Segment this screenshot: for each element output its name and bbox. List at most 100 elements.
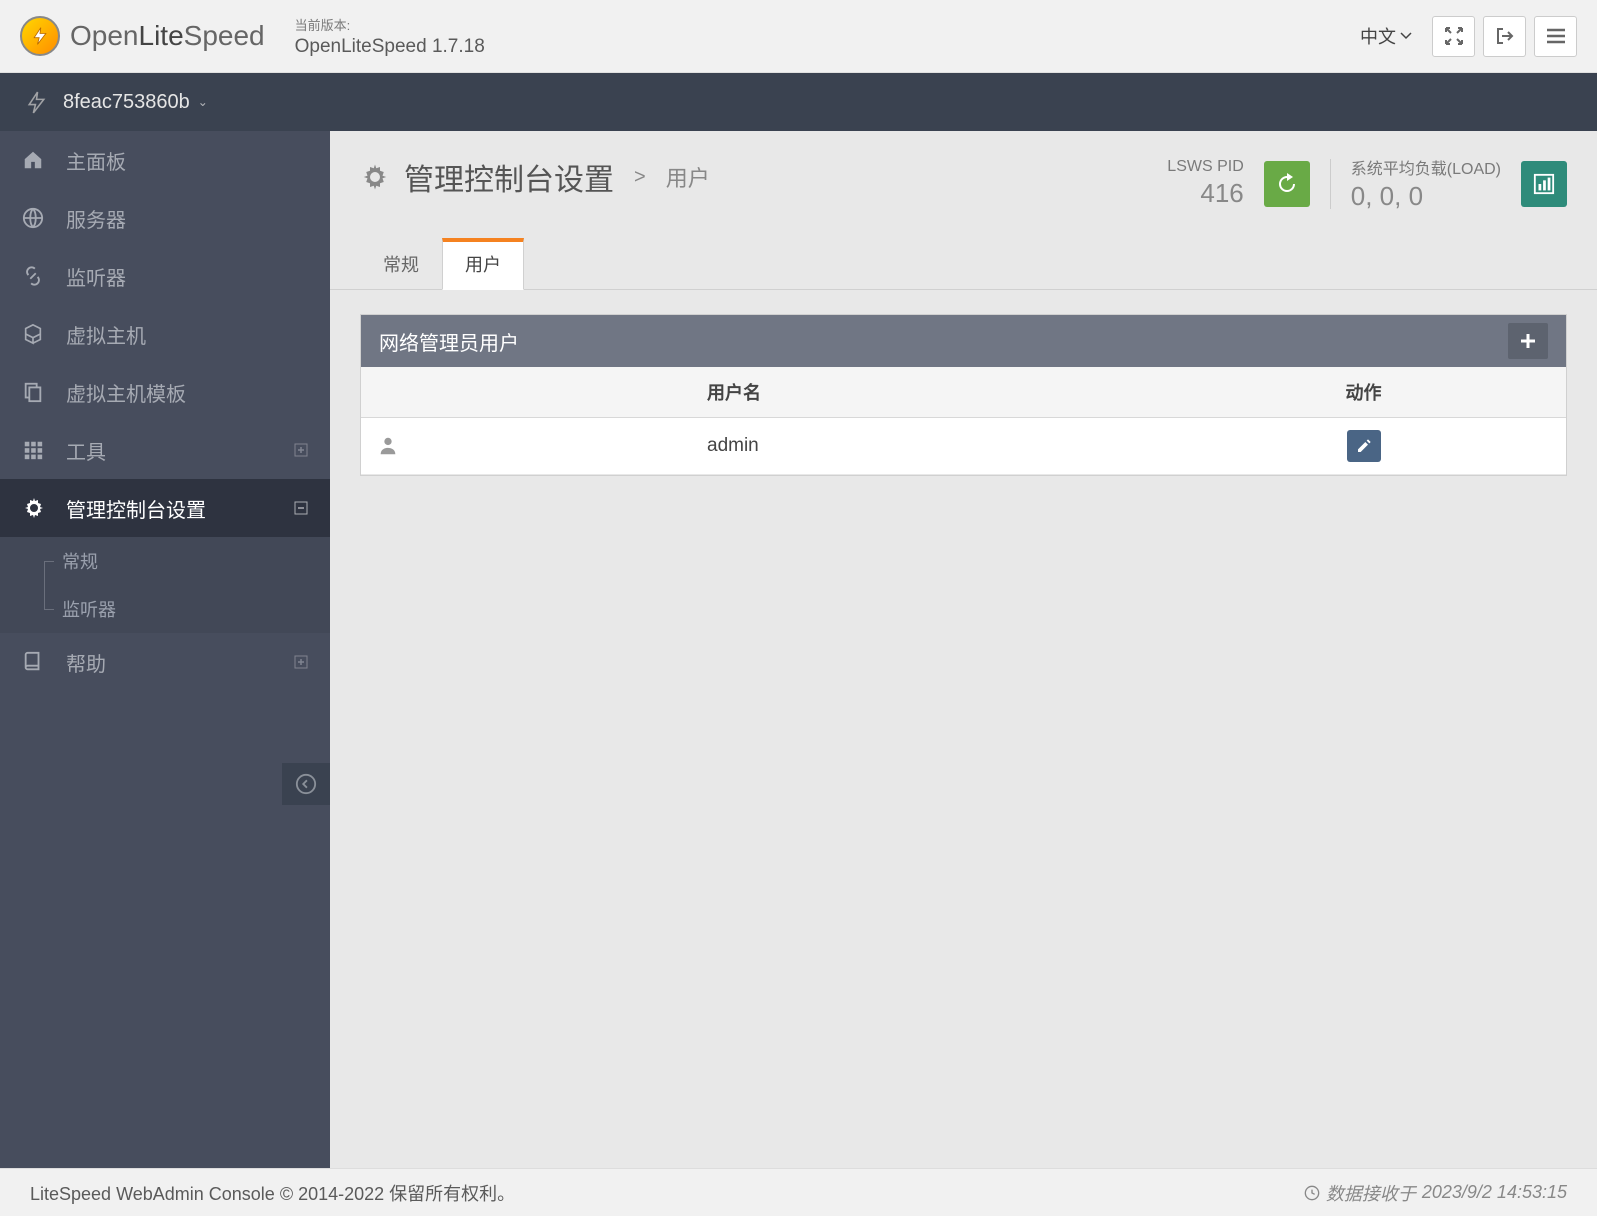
server-name-label: 8feac753860b [63,91,190,114]
edit-user-button[interactable] [1347,430,1381,462]
breadcrumb-separator: > [634,166,646,189]
cog-icon [22,496,46,520]
logo-icon [20,16,60,56]
clock-icon [1304,1185,1320,1201]
sidebar-subitem-label: 监听器 [62,596,116,622]
expand-plus-icon [294,443,308,457]
stats-button[interactable] [1521,161,1567,207]
footer-status: 数据接收于 2023/9/2 14:53:15 [1304,1180,1567,1206]
users-panel: 网络管理员用户 用户名 动作 [360,314,1567,476]
tab-general[interactable]: 常规 [360,238,442,290]
sidebar-item-vhosts[interactable]: 虚拟主机 [0,305,330,363]
sidebar-item-dashboard[interactable]: 主面板 [0,131,330,189]
grid-icon [22,439,46,461]
arrow-left-circle-icon [295,773,317,795]
plus-icon [1519,332,1537,350]
sidebar-subitem-label: 常规 [62,548,98,574]
bolt-icon [24,90,49,115]
server-selector[interactable]: 8feac753860b ⌄ [63,91,208,114]
sidebar-subitem-general[interactable]: 常规 [0,537,330,585]
sidebar-item-label: 主面板 [66,146,126,175]
content-area: 网络管理员用户 用户名 动作 [330,290,1597,1168]
panel-header: 网络管理员用户 [361,315,1566,367]
chevron-down-icon: ⌄ [198,95,208,109]
menu-button[interactable] [1534,16,1577,57]
panel-title: 网络管理员用户 [379,327,519,356]
sidebar-subitem-listeners[interactable]: 监听器 [0,585,330,633]
tabs: 常规 用户 [330,212,1597,290]
footer-data-time: 2023/9/2 14:53:15 [1422,1182,1567,1203]
fullscreen-button[interactable] [1432,16,1475,57]
logo[interactable]: OpenLiteSpeed [20,16,265,56]
sidebar-item-label: 工具 [66,436,106,465]
footer-copyright: LiteSpeed WebAdmin Console © 2014-2022 保… [30,1180,515,1206]
page-header: 管理控制台设置 > 用户 LSWS PID 416 系统平均负载(LOAD) 0… [330,131,1597,212]
main-content: 管理控制台设置 > 用户 LSWS PID 416 系统平均负载(LOAD) 0… [330,131,1597,1168]
fullscreen-icon [1444,26,1464,46]
sidebar-collapse-button[interactable] [282,763,330,805]
top-header: OpenLiteSpeed 当前版本: OpenLiteSpeed 1.7.18… [0,0,1597,73]
load-stat: 系统平均负载(LOAD) 0, 0, 0 [1351,155,1501,212]
book-icon [22,651,46,673]
sidebar-item-label: 虚拟主机模板 [66,378,186,407]
add-user-button[interactable] [1508,323,1548,359]
sidebar-item-label: 管理控制台设置 [66,494,206,523]
table-header-icon [361,367,691,418]
home-icon [22,149,46,171]
sidebar-item-label: 监听器 [66,262,126,291]
load-value: 0, 0, 0 [1351,181,1501,212]
language-label: 中文 [1360,23,1396,49]
breadcrumb-current: 用户 [666,161,710,193]
link-icon [22,265,46,287]
copy-icon [22,381,46,403]
sidebar-item-label: 帮助 [66,648,106,677]
footer-data-prefix: 数据接收于 [1326,1180,1416,1206]
sidebar-item-admin-settings[interactable]: 管理控制台设置 [0,479,330,537]
pid-value: 416 [1167,178,1243,209]
sidebar-item-label: 虚拟主机 [66,320,146,349]
table-header-username: 用户名 [691,367,1161,418]
sidebar-item-label: 服务器 [66,204,126,233]
cubes-icon [22,323,46,345]
restart-button[interactable] [1264,161,1310,207]
page-title-text: 管理控制台设置 [404,155,614,199]
globe-icon [22,207,46,229]
footer: LiteSpeed WebAdmin Console © 2014-2022 保… [0,1168,1597,1216]
users-table: 用户名 动作 admin [361,367,1566,475]
language-selector[interactable]: 中文 [1360,23,1412,49]
version-value: OpenLiteSpeed 1.7.18 [295,36,485,58]
sidebar-item-listeners[interactable]: 监听器 [0,247,330,305]
table-row: admin [361,418,1566,475]
server-bar: 8feac753860b ⌄ [0,73,1597,131]
row-username: admin [691,418,1161,475]
sidebar-item-tools[interactable]: 工具 [0,421,330,479]
gear-icon [360,162,390,192]
tab-users[interactable]: 用户 [442,238,524,290]
sidebar-item-help[interactable]: 帮助 [0,633,330,691]
restart-icon [1275,172,1299,196]
expand-plus-icon [294,655,308,669]
chevron-down-icon [1400,32,1412,40]
sidebar-item-server[interactable]: 服务器 [0,189,330,247]
version-label: 当前版本: [295,15,485,34]
expand-minus-icon [294,501,308,515]
logout-icon [1495,26,1515,46]
table-header-action: 动作 [1161,367,1566,418]
pid-label: LSWS PID [1167,158,1243,176]
pid-stat: LSWS PID 416 [1167,158,1243,209]
stat-separator [1330,159,1331,209]
load-label: 系统平均负载(LOAD) [1351,155,1501,179]
user-icon [377,435,675,457]
row-action-cell [1161,418,1566,475]
sidebar: 主面板 服务器 监听器 虚拟主机 虚拟主机模板 工具 管理控制台设置 [0,131,330,1168]
sidebar-item-vhost-templates[interactable]: 虚拟主机模板 [0,363,330,421]
row-icon-cell [361,418,691,475]
page-title: 管理控制台设置 > 用户 [360,155,710,199]
edit-icon [1356,438,1372,454]
menu-icon [1546,28,1566,44]
version-info: 当前版本: OpenLiteSpeed 1.7.18 [295,15,485,58]
chart-icon [1533,173,1555,195]
header-stats: LSWS PID 416 系统平均负载(LOAD) 0, 0, 0 [1167,155,1567,212]
logout-button[interactable] [1483,16,1526,57]
logo-text: OpenLiteSpeed [70,20,265,52]
